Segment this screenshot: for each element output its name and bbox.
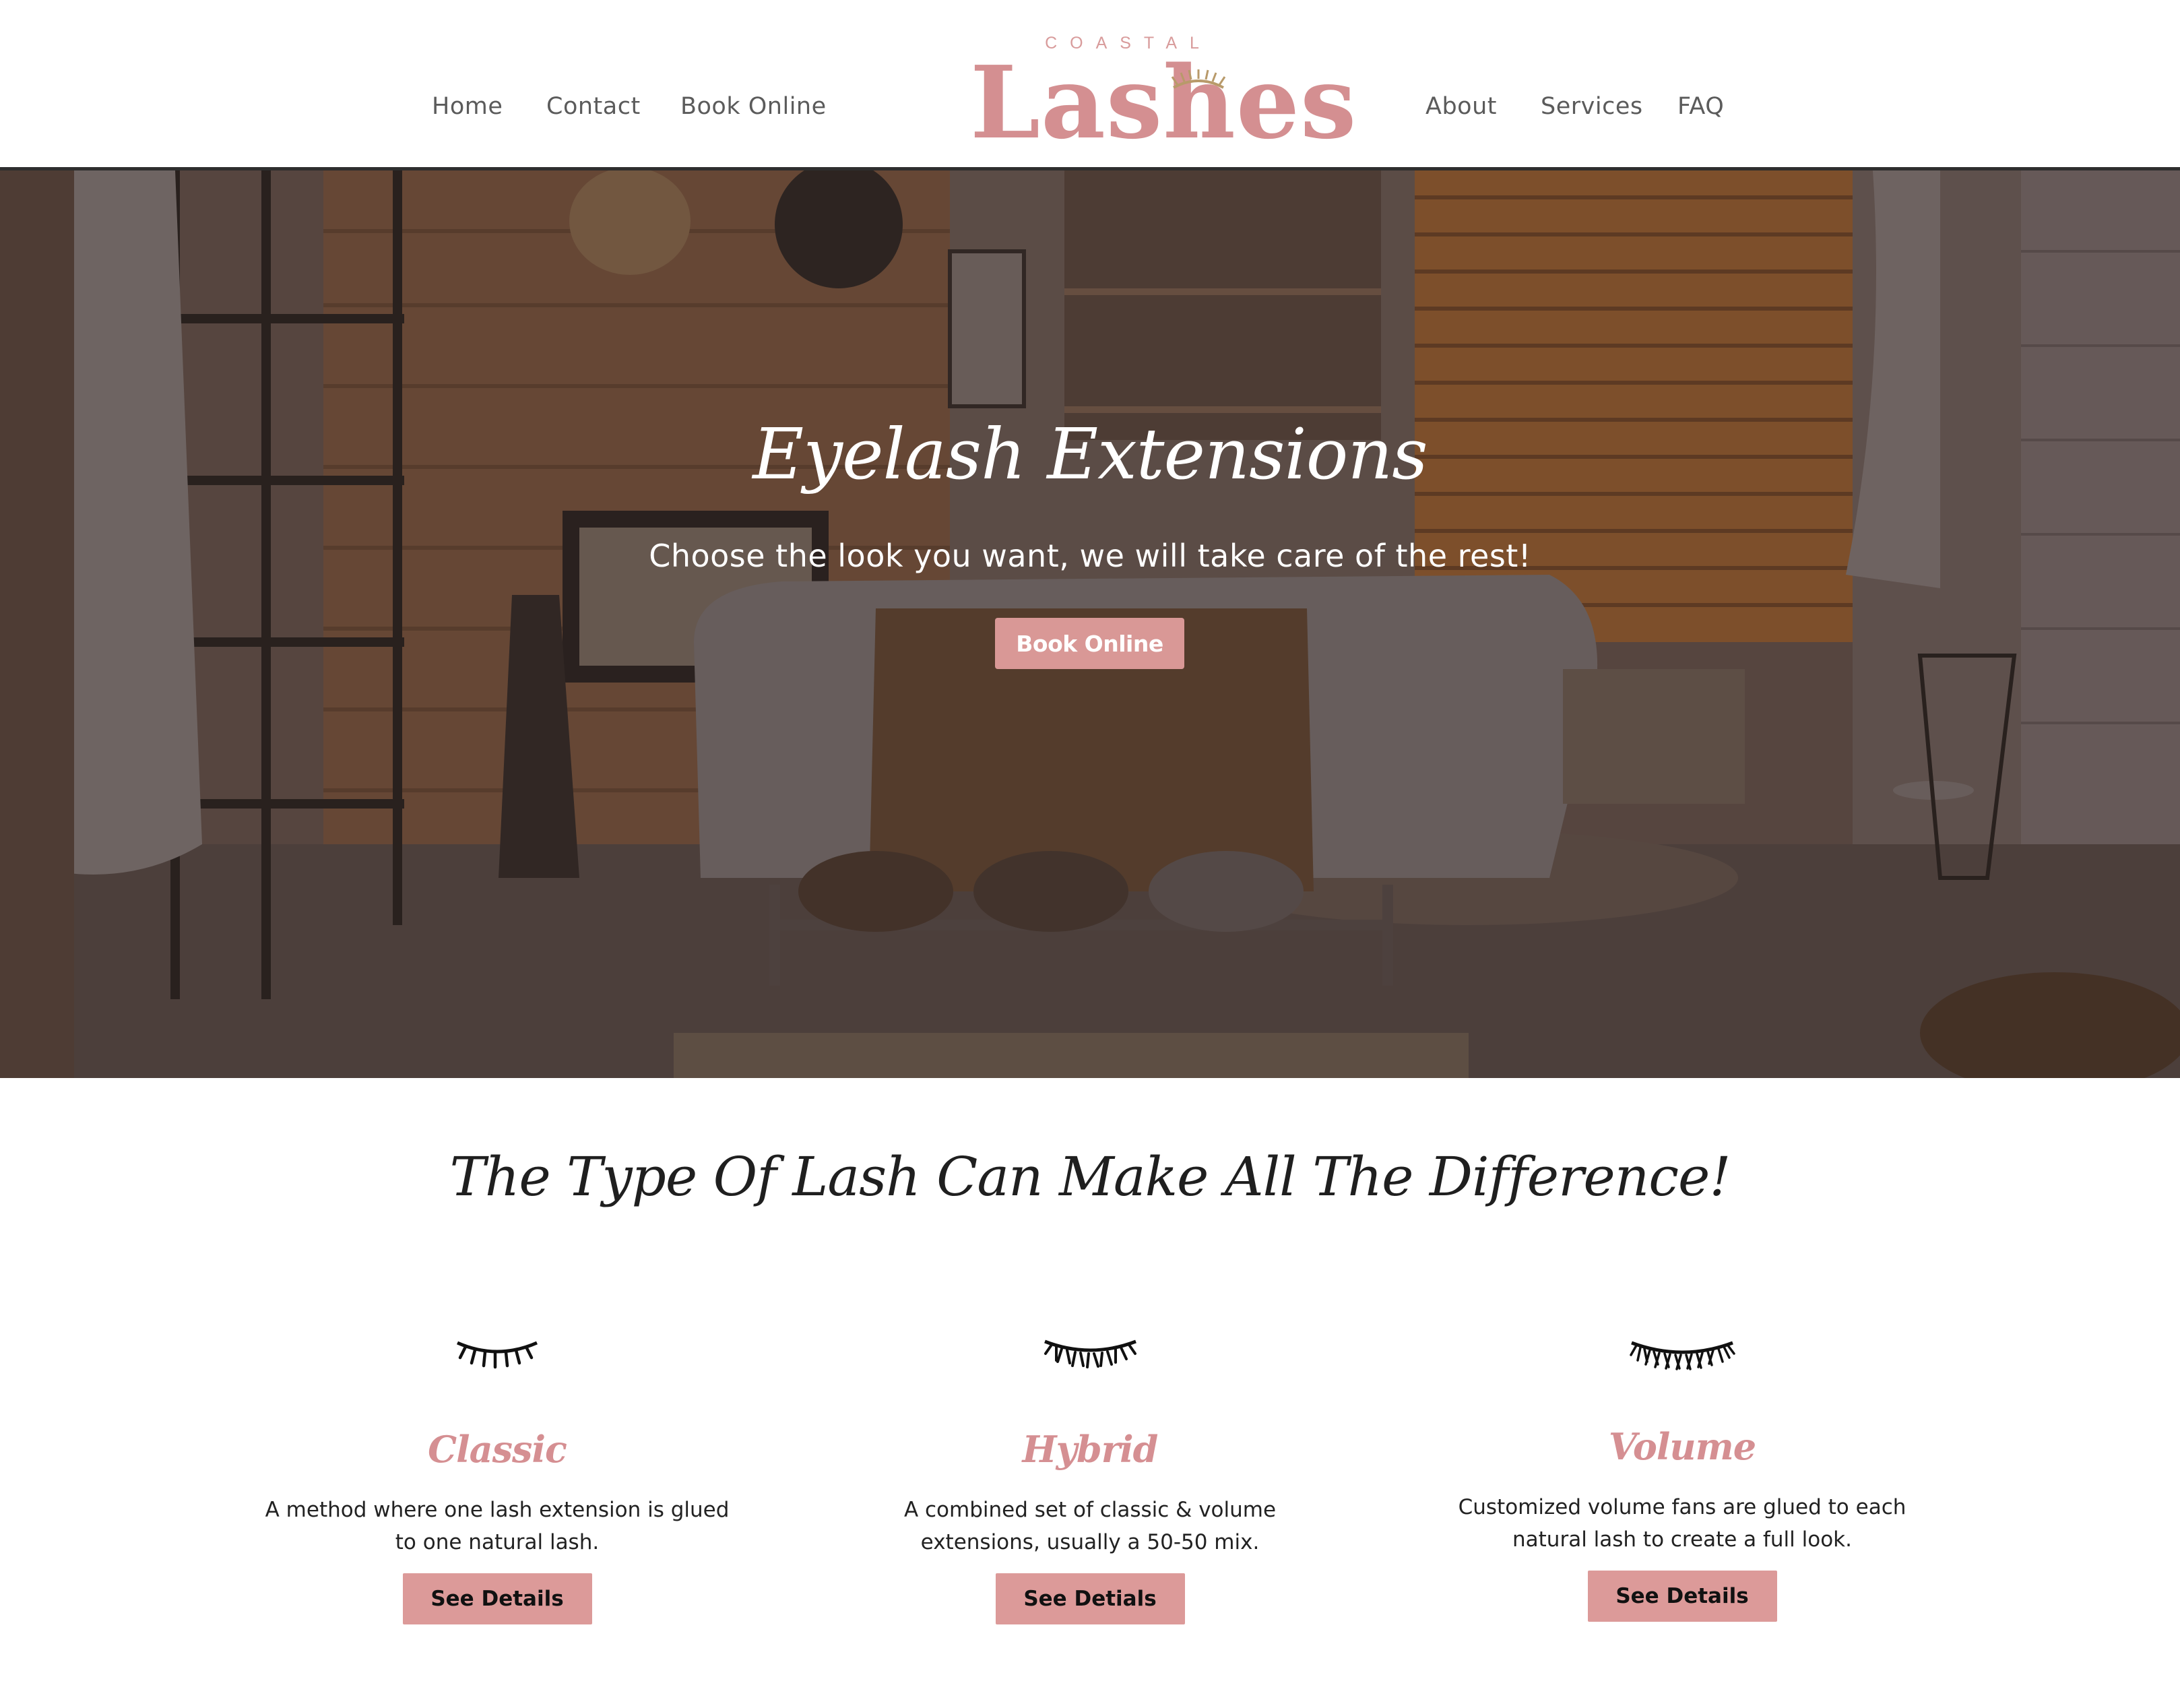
site-header: Home Contact Book Online COASTAL Lashes …	[0, 0, 2180, 170]
lash-types-heading: The Type Of Lash Can Make All The Differ…	[449, 1145, 1731, 1208]
nav-services[interactable]: Services	[1541, 93, 1643, 120]
classic-description: A method where one lash extension is glu…	[265, 1498, 730, 1554]
hero-title: Eyelash Extensions	[752, 413, 1428, 495]
logo-wordmark: Lashes	[970, 44, 1357, 161]
classic-card: Classic A method where one lash extensio…	[241, 1331, 753, 1624]
hybrid-title: Hybrid	[1022, 1428, 1159, 1471]
hybrid-description: A combined set of classic & volume exten…	[903, 1498, 1277, 1554]
hybrid-lash-icon	[1044, 1339, 1136, 1368]
classic-lash-icon	[456, 1341, 538, 1369]
volume-card: Volume Customized volume fans are glued …	[1426, 1331, 1938, 1622]
logo-eyelash-icon	[1171, 69, 1226, 89]
classic-see-details-button[interactable]: See Details	[402, 1573, 592, 1624]
hero-subtitle: Choose the look you want, we will take c…	[649, 538, 1531, 574]
nav-faq[interactable]: FAQ	[1677, 93, 1724, 120]
hero-book-online-button[interactable]: Book Online	[995, 618, 1184, 669]
volume-lash-icon	[1630, 1341, 1735, 1370]
nav-contact[interactable]: Contact	[546, 93, 641, 120]
hybrid-card: Hybrid A combined set of classic & volum…	[834, 1331, 1346, 1624]
hybrid-see-details-button[interactable]: See Detials	[995, 1573, 1185, 1624]
nav-about[interactable]: About	[1425, 93, 1497, 120]
volume-see-details-button[interactable]: See Details	[1587, 1571, 1777, 1622]
volume-title: Volume	[1608, 1425, 1756, 1468]
nav-book-online[interactable]: Book Online	[680, 93, 827, 120]
hero-section: Eyelash Extensions Choose the look you w…	[0, 170, 2180, 1078]
nav-home[interactable]: Home	[432, 93, 503, 120]
volume-description: Customized volume fans are glued to each…	[1458, 1495, 1906, 1552]
classic-title: Classic	[428, 1428, 567, 1471]
